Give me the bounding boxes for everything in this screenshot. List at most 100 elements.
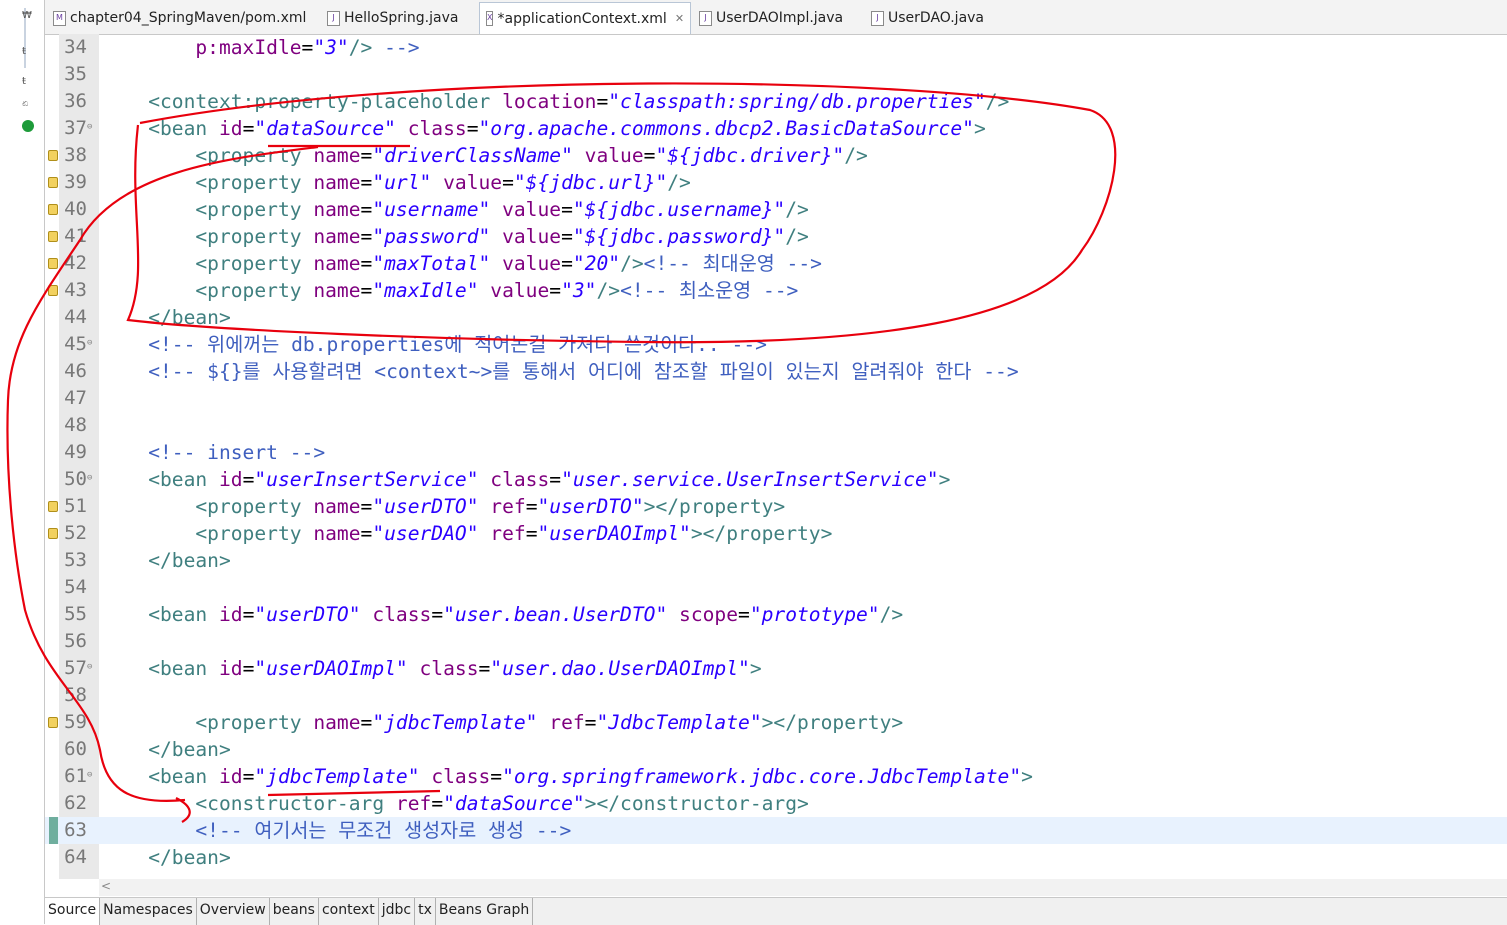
tab-beans[interactable]: beans xyxy=(270,898,319,925)
code-line[interactable]: 45 ⊖ <!-- 위에꺼는 db.properties에 적어논걸 가져다 쓴것… xyxy=(45,331,1507,358)
fold-icon[interactable]: ⊖ xyxy=(87,338,92,348)
line-number: 54 xyxy=(64,576,87,598)
code-line[interactable]: 63 <!-- 여기서는 무조건 생성자로 생성 --> xyxy=(45,817,1507,844)
warning-icon[interactable] xyxy=(48,717,58,728)
warning-icon[interactable] xyxy=(48,501,58,512)
code-line[interactable]: 38 <property name="driverClassName" valu… xyxy=(45,142,1507,169)
code-line[interactable]: 61 ⊖ <bean id="jdbcTemplate" class="org.s… xyxy=(45,763,1507,790)
code-line[interactable]: 43 <property name="maxIdle" value="3"/><… xyxy=(45,277,1507,304)
code-line[interactable]: 35 xyxy=(45,61,1507,88)
warning-icon[interactable] xyxy=(48,150,58,161)
line-number: 58 xyxy=(64,684,87,706)
fold-icon[interactable]: ⊖ xyxy=(87,122,92,132)
code-text: <property name="password" value="${jdbc.… xyxy=(195,225,809,248)
tab-userdaoimpl-java[interactable]: J UserDAOImpl.java xyxy=(693,2,863,34)
code-line[interactable]: 58 xyxy=(45,682,1507,709)
code-text: <!-- insert --> xyxy=(148,441,326,464)
line-number: 57 xyxy=(64,657,87,679)
toolbar-glyph-icon[interactable]: ŧ xyxy=(22,46,26,57)
tab-namespaces[interactable]: Namespaces xyxy=(100,898,197,925)
line-number: 59 xyxy=(64,711,87,733)
line-number: 60 xyxy=(64,738,87,760)
tab-label: HelloSpring.java xyxy=(344,10,459,26)
line-number: 49 xyxy=(64,441,87,463)
line-number: 62 xyxy=(64,792,87,814)
warning-icon[interactable] xyxy=(48,258,58,269)
code-line[interactable]: 50 ⊖ <bean id="userInsertService" class="… xyxy=(45,466,1507,493)
warning-icon[interactable] xyxy=(48,231,58,242)
toolbar-glyph-icon[interactable]: ₩ xyxy=(22,10,32,21)
code-line[interactable]: 52 <property name="userDAO" ref="userDAO… xyxy=(45,520,1507,547)
tab-pom-xml[interactable]: M chapter04_SpringMaven/pom.xml xyxy=(47,2,317,34)
fold-icon[interactable]: ⊖ xyxy=(87,473,92,483)
code-line[interactable]: 42 <property name="maxTotal" value="20"/… xyxy=(45,250,1507,277)
line-number: 47 xyxy=(64,387,87,409)
tab-overview[interactable]: Overview xyxy=(197,898,270,925)
tab-source[interactable]: Source xyxy=(45,898,101,925)
code-text: <property name="userDAO" ref="userDAOImp… xyxy=(195,522,833,545)
code-line[interactable]: 37 ⊖ <bean id="dataSource" class="org.apa… xyxy=(45,115,1507,142)
java-file-icon: J xyxy=(871,10,884,26)
tab-beans-graph[interactable]: Beans Graph xyxy=(436,898,534,925)
code-text: p:maxIdle="3"/> --> xyxy=(195,36,420,59)
tab-userdao-java[interactable]: J UserDAO.java xyxy=(865,2,1005,34)
fold-icon[interactable]: ⊖ xyxy=(87,662,92,672)
tab-tx[interactable]: tx xyxy=(415,898,436,925)
scroll-left-icon[interactable]: < xyxy=(101,879,111,893)
code-line[interactable]: 44 </bean> xyxy=(45,304,1507,331)
code-text: </bean> xyxy=(148,846,231,869)
code-area[interactable]: 34 p:maxIdle="3"/> --> 35 36 <context:prop… xyxy=(45,34,1507,879)
code-line[interactable]: 60 </bean> xyxy=(45,736,1507,763)
fold-icon[interactable]: ⊖ xyxy=(87,770,92,780)
code-text: <property name="url" value="${jdbc.url}"… xyxy=(195,171,691,194)
code-line[interactable]: 36 <context:property-placeholder locatio… xyxy=(45,88,1507,115)
code-line[interactable]: 48 xyxy=(45,412,1507,439)
code-text: <property name="username" value="${jdbc.… xyxy=(195,198,809,221)
tab-label: chapter04_SpringMaven/pom.xml xyxy=(70,10,307,26)
code-line[interactable]: 54 xyxy=(45,574,1507,601)
code-line[interactable]: 64 </bean> xyxy=(45,844,1507,871)
close-icon[interactable]: ✕ xyxy=(675,12,684,25)
line-number: 64 xyxy=(64,846,87,868)
code-text: <!-- ${}를 사용할려면 <context~>를 통해서 어디에 참조할 … xyxy=(148,360,1019,383)
code-line[interactable]: 59 <property name="jdbcTemplate" ref="Jd… xyxy=(45,709,1507,736)
code-line[interactable]: 55 <bean id="userDTO" class="user.bean.U… xyxy=(45,601,1507,628)
code-line[interactable]: 49 <!-- insert --> xyxy=(45,439,1507,466)
code-line[interactable]: 57 ⊖ <bean id="userDAOImpl" class="user.d… xyxy=(45,655,1507,682)
code-line[interactable]: 56 xyxy=(45,628,1507,655)
line-number: 63 xyxy=(64,819,87,841)
code-line[interactable]: 39 <property name="url" value="${jdbc.ur… xyxy=(45,169,1507,196)
run-status-icon[interactable] xyxy=(22,120,34,132)
tab-jdbc[interactable]: jdbc xyxy=(379,898,416,925)
toolbar-glyph-icon[interactable]: ಏ xyxy=(22,98,28,109)
code-line[interactable]: 40 <property name="username" value="${jd… xyxy=(45,196,1507,223)
tab-hellospring-java[interactable]: J HelloSpring.java xyxy=(321,2,473,34)
code-line[interactable]: 51 <property name="userDTO" ref="userDTO… xyxy=(45,493,1507,520)
code-line[interactable]: 53 </bean> xyxy=(45,547,1507,574)
java-file-icon: J xyxy=(699,10,712,26)
code-text: <property name="driverClassName" value="… xyxy=(195,144,868,167)
warning-icon[interactable] xyxy=(48,285,58,296)
code-line[interactable]: 62 <constructor-arg ref="dataSource"></c… xyxy=(45,790,1507,817)
warning-icon[interactable] xyxy=(48,204,58,215)
code-text: </bean> xyxy=(148,549,231,572)
maven-file-icon: M xyxy=(53,10,66,26)
code-line[interactable]: 41 <property name="password" value="${jd… xyxy=(45,223,1507,250)
code-line[interactable]: 47 xyxy=(45,385,1507,412)
code-line[interactable]: 34 p:maxIdle="3"/> --> xyxy=(45,34,1507,61)
line-number: 45 xyxy=(64,333,87,355)
xml-editor: M chapter04_SpringMaven/pom.xml J HelloS… xyxy=(44,0,1507,925)
code-text: <context:property-placeholder location="… xyxy=(148,90,1010,113)
line-number: 50 xyxy=(64,468,87,490)
tab-applicationcontext-xml[interactable]: X *applicationContext.xml ✕ xyxy=(479,2,691,34)
warning-icon[interactable] xyxy=(48,528,58,539)
line-number: 56 xyxy=(64,630,87,652)
code-text: <!-- 위에꺼는 db.properties에 적어논걸 가져다 쓴것이다..… xyxy=(148,333,767,356)
horizontal-scrollbar[interactable]: < xyxy=(99,879,1507,896)
tab-context[interactable]: context xyxy=(319,898,379,925)
change-marker xyxy=(49,817,58,844)
code-line[interactable]: 46 <!-- ${}를 사용할려면 <context~>를 통해서 어디에 참… xyxy=(45,358,1507,385)
toolbar-glyph-icon[interactable]: ŧ xyxy=(22,76,26,87)
warning-icon[interactable] xyxy=(48,177,58,188)
code-text: <bean id="jdbcTemplate" class="org.sprin… xyxy=(148,765,1033,788)
